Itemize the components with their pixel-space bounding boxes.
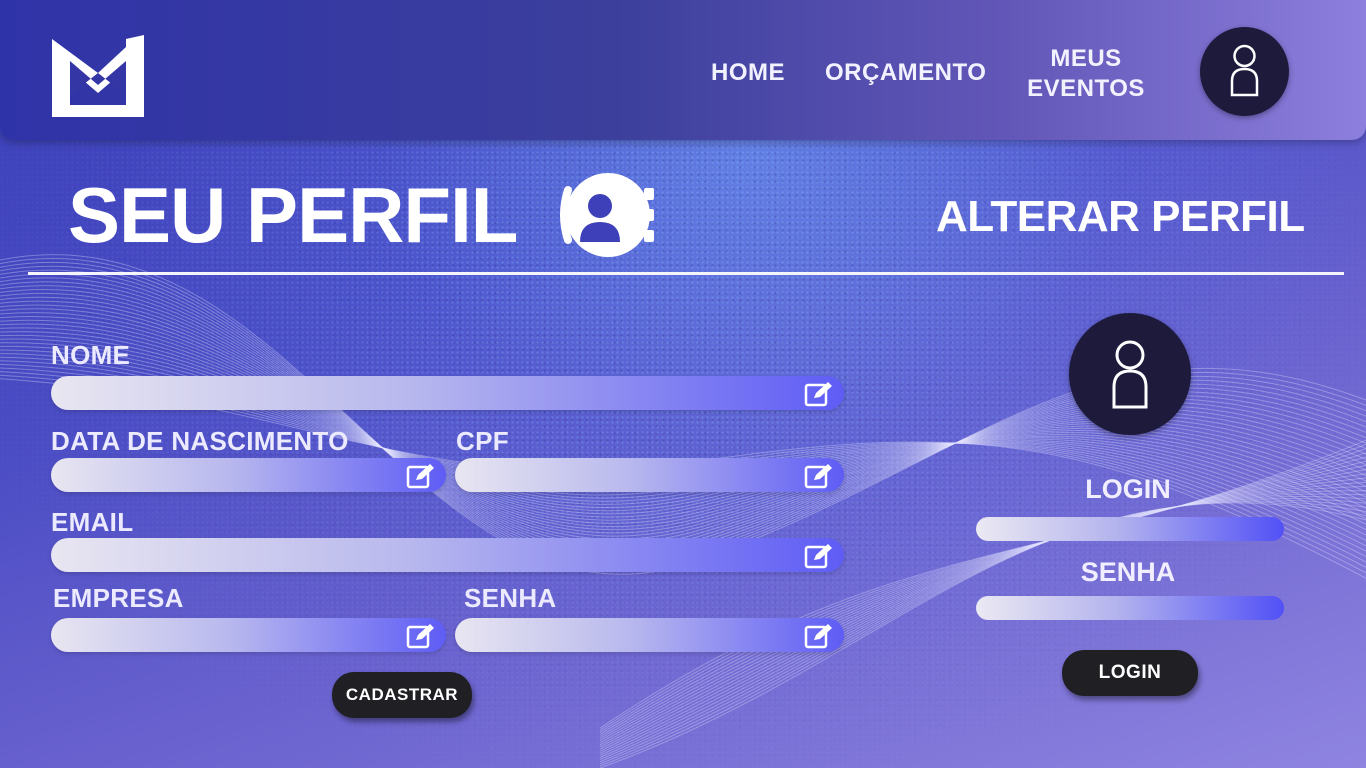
- user-icon: [1230, 44, 1259, 97]
- nascimento-input[interactable]: [65, 458, 404, 494]
- login-button[interactable]: LOGIN: [1062, 650, 1198, 696]
- login-senha-field-wrapper: [976, 596, 1284, 622]
- nascimento-field-wrapper: [51, 458, 446, 494]
- empresa-input[interactable]: [65, 618, 404, 654]
- senha-input[interactable]: [469, 618, 802, 654]
- email-input[interactable]: [65, 538, 802, 574]
- nascimento-label: DATA DE NASCIMENTO: [51, 426, 349, 456]
- edit-icon[interactable]: [804, 622, 834, 650]
- nav-orcamento[interactable]: ORÇAMENTO: [825, 58, 986, 88]
- edit-icon[interactable]: [406, 462, 436, 490]
- cadastrar-button[interactable]: CADASTRAR: [332, 672, 472, 718]
- nome-input[interactable]: [65, 376, 802, 412]
- login-input[interactable]: [988, 517, 1276, 543]
- title-divider: [28, 272, 1344, 275]
- email-field-wrapper: [51, 538, 844, 574]
- edit-icon[interactable]: [804, 380, 834, 408]
- login-field-wrapper: [976, 517, 1284, 543]
- email-label: EMAIL: [51, 507, 134, 537]
- top-navigation-bar: HOME ORÇAMENTO MEUS EVENTOS: [0, 0, 1366, 140]
- alterar-perfil-title: ALTERAR PERFIL: [936, 192, 1305, 241]
- senha-field-wrapper: [455, 618, 844, 654]
- senha-label: SENHA: [464, 583, 557, 613]
- nav-meus-eventos[interactable]: MEUS EVENTOS: [1020, 44, 1152, 104]
- page-title: SEU PERFIL: [68, 171, 518, 259]
- cpf-input[interactable]: [469, 458, 802, 494]
- cpf-label: CPF: [456, 426, 509, 456]
- nome-label: NOME: [51, 340, 131, 370]
- header-avatar-button[interactable]: [1200, 27, 1289, 116]
- edit-icon[interactable]: [406, 622, 436, 650]
- nav-home[interactable]: HOME: [711, 58, 785, 88]
- user-icon: [1112, 340, 1148, 409]
- nome-field-wrapper: [51, 376, 844, 412]
- profile-settings-icon[interactable]: [556, 170, 656, 260]
- login-senha-label: SENHA: [1080, 557, 1176, 587]
- login-label: LOGIN: [1085, 474, 1171, 504]
- nav-meus-eventos-line2: EVENTOS: [1027, 75, 1145, 102]
- login-senha-input[interactable]: [988, 596, 1276, 622]
- login-avatar: [1069, 313, 1191, 435]
- cpf-field-wrapper: [455, 458, 844, 494]
- nav-meus-eventos-line1: MEUS: [1050, 45, 1122, 72]
- empresa-field-wrapper: [51, 618, 446, 654]
- edit-icon[interactable]: [804, 462, 834, 490]
- edit-icon[interactable]: [804, 542, 834, 570]
- empresa-label: EMPRESA: [53, 583, 184, 613]
- logo-icon[interactable]: [48, 33, 148, 121]
